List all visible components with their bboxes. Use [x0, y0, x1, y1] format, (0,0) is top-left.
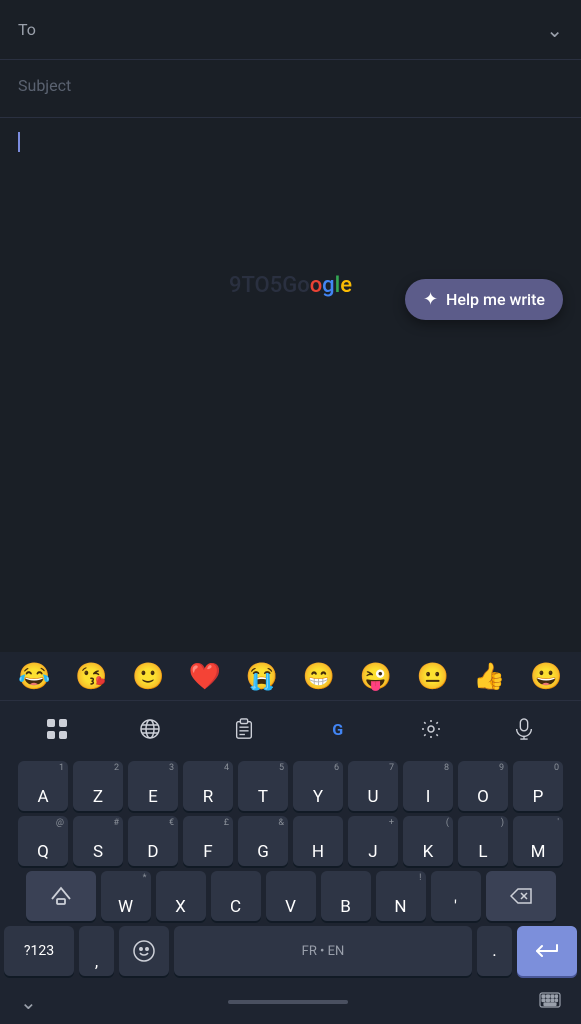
to-label: To	[18, 20, 36, 39]
key-R[interactable]: 4R	[183, 761, 233, 811]
emoji-smile[interactable]: 🙂	[132, 662, 164, 692]
emoji-neutral[interactable]: 😐	[416, 662, 448, 692]
chevron-down-icon[interactable]: ⌄	[546, 18, 563, 42]
enter-key[interactable]	[517, 926, 577, 976]
key-L[interactable]: )L	[458, 816, 508, 866]
emoji-grin[interactable]: 😁	[303, 662, 335, 692]
key-Q[interactable]: @Q	[18, 816, 68, 866]
key-U[interactable]: 7U	[348, 761, 398, 811]
subject-placeholder: Subject	[18, 76, 71, 95]
key-B[interactable]: B	[321, 871, 371, 921]
emoji-happy[interactable]: 😀	[530, 662, 562, 692]
key-apostrophe[interactable]: '	[431, 871, 481, 921]
help-write-label: Help me write	[446, 290, 545, 309]
backspace-key[interactable]	[486, 871, 556, 921]
magic-wand-icon: ✦	[423, 289, 438, 310]
key-T[interactable]: 5T	[238, 761, 288, 811]
key-D[interactable]: €D	[128, 816, 178, 866]
key-W[interactable]: *W	[101, 871, 151, 921]
key-M[interactable]: 'M	[513, 816, 563, 866]
to-field[interactable]: To ⌄	[0, 0, 581, 60]
key-Y[interactable]: 6Y	[293, 761, 343, 811]
key-row-1: 1A 2Z 3E 4R 5T 6Y 7U 8I 9O 0P	[4, 761, 577, 811]
key-row-4: ?123 , FR • EN .	[4, 926, 577, 976]
translate-button[interactable]: G	[313, 709, 361, 749]
key-J[interactable]: +J	[348, 816, 398, 866]
key-G[interactable]: &G	[238, 816, 288, 866]
key-row-3: *W X C V B !N '	[4, 871, 577, 921]
emoji-heart[interactable]: ❤️	[189, 662, 221, 692]
key-N[interactable]: !N	[376, 871, 426, 921]
emoji-cry[interactable]: 😭	[246, 662, 278, 692]
key-V[interactable]: V	[266, 871, 316, 921]
keyboard-close-button[interactable]: ⌄	[20, 990, 37, 1014]
compose-area: To ⌄ Subject 9TO5Google ✦ Help me write	[0, 0, 581, 338]
keys-area: 1A 2Z 3E 4R 5T 6Y 7U 8I 9O 0P @Q #S €D £…	[0, 757, 581, 976]
body-area[interactable]: 9TO5Google ✦ Help me write	[0, 118, 581, 338]
key-F[interactable]: £F	[183, 816, 233, 866]
comma-key[interactable]: ,	[79, 926, 114, 976]
key-H[interactable]: H	[293, 816, 343, 866]
num-key[interactable]: ?123	[4, 926, 74, 976]
key-K[interactable]: (K	[403, 816, 453, 866]
key-C[interactable]: C	[211, 871, 261, 921]
num-label: ?123	[24, 943, 54, 959]
shift-key[interactable]	[26, 871, 96, 921]
emoji-tongue[interactable]: 😜	[360, 662, 392, 692]
space-label: FR • EN	[302, 944, 345, 959]
keyboard: 😂 😘 🙂 ❤️ 😭 😁 😜 😐 👍 😀	[0, 652, 581, 1024]
help-me-write-button[interactable]: ✦ Help me write	[405, 279, 563, 320]
key-A[interactable]: 1A	[18, 761, 68, 811]
nav-bar: ⌄	[0, 984, 581, 1024]
toolbar-row: G	[0, 701, 581, 757]
period-key[interactable]: .	[477, 926, 512, 976]
subject-field[interactable]: Subject	[0, 60, 581, 118]
key-Z[interactable]: 2Z	[73, 761, 123, 811]
space-key[interactable]: FR • EN	[174, 926, 472, 976]
emoji-keyboard-key[interactable]	[119, 926, 169, 976]
emoji-laughing[interactable]: 😂	[18, 662, 50, 692]
clipboard-button[interactable]	[220, 709, 268, 749]
emoji-thumbsup[interactable]: 👍	[473, 662, 505, 692]
key-X[interactable]: X	[156, 871, 206, 921]
emoji-kiss[interactable]: 😘	[75, 662, 107, 692]
key-O[interactable]: 9O	[458, 761, 508, 811]
key-S[interactable]: #S	[73, 816, 123, 866]
text-cursor	[18, 132, 20, 152]
settings-button[interactable]	[407, 709, 455, 749]
keyboard-switch-icon[interactable]	[539, 992, 561, 1013]
key-row-2: @Q #S €D £F &G H +J (K )L 'M	[4, 816, 577, 866]
emoji-row: 😂 😘 🙂 ❤️ 😭 😁 😜 😐 👍 😀	[0, 652, 581, 701]
key-P[interactable]: 0P	[513, 761, 563, 811]
key-I[interactable]: 8I	[403, 761, 453, 811]
home-indicator	[228, 1000, 348, 1004]
mic-button[interactable]	[500, 709, 548, 749]
key-E[interactable]: 3E	[128, 761, 178, 811]
watermark: 9TO5Google	[229, 273, 352, 298]
grid-button[interactable]	[33, 709, 81, 749]
globe-button[interactable]	[126, 709, 174, 749]
